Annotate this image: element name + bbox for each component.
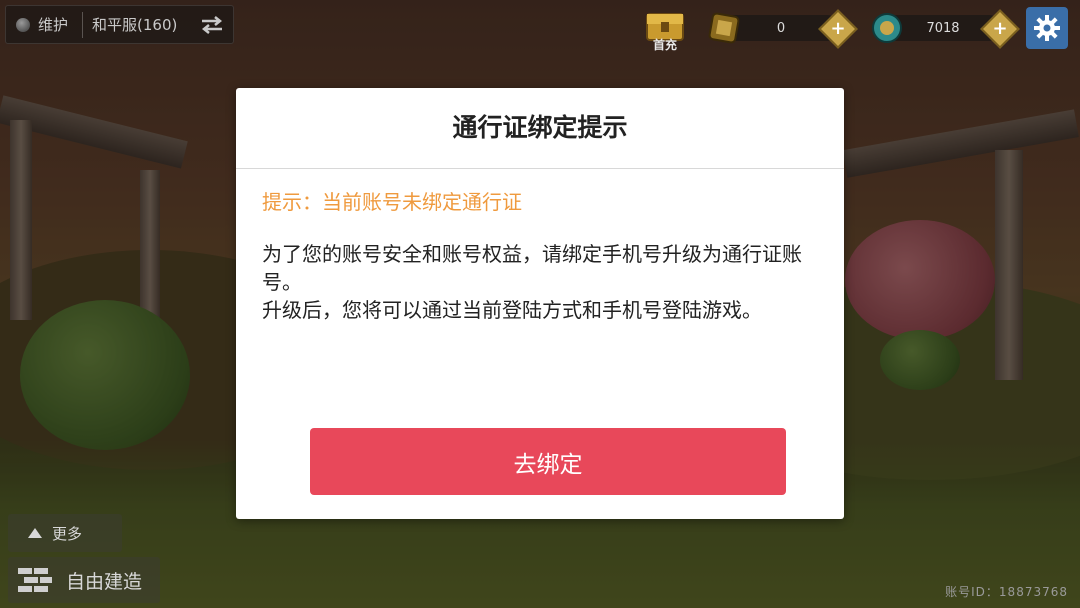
settings-button[interactable] (1026, 7, 1068, 49)
server-bar[interactable]: 维护 和平服(160) (5, 5, 234, 44)
triangle-up-icon (28, 528, 42, 538)
coin-amount: 7018 (926, 20, 960, 36)
dialog-title: 通行证绑定提示 (452, 113, 628, 142)
more-label: 更多 (52, 524, 83, 543)
plus-icon: + (830, 18, 846, 39)
coin-icon (872, 13, 902, 43)
body-paragraph: 为了您的账号安全和账号权益，请绑定手机号升级为通行证账号。 (262, 242, 802, 294)
body-paragraph: 升级后，您将可以通过当前登陆方式和手机号登陆游戏。 (262, 298, 762, 322)
server-status: 维护 (38, 16, 69, 34)
bricks-icon (18, 568, 52, 592)
dialog-hint: 提示：当前账号未绑定通行证 (262, 190, 522, 214)
free-build-label: 自由建造 (66, 570, 143, 593)
first-charge-label[interactable]: 首充 (641, 36, 689, 53)
divider (236, 168, 844, 169)
bind-pass-dialog: 通行证绑定提示 提示：当前账号未绑定通行证 为了您的账号安全和账号权益，请绑定手… (236, 88, 844, 519)
free-build-button[interactable]: 自由建造 (8, 557, 160, 603)
divider (82, 11, 84, 38)
dialog-body: 为了您的账号安全和账号权益，请绑定手机号升级为通行证账号。 升级后，您将可以通过… (262, 240, 818, 324)
gold-icon (708, 12, 740, 44)
plus-icon: + (992, 18, 1008, 39)
account-id: 账号ID：18873768 (945, 585, 1068, 599)
go-bind-button[interactable]: 去绑定 (310, 428, 786, 495)
gear-icon (1034, 15, 1060, 41)
swap-icon[interactable] (199, 14, 225, 36)
server-name: 和平服(160) (92, 16, 178, 34)
more-button[interactable]: 更多 (8, 514, 122, 552)
gold-amount: 0 (776, 20, 786, 36)
status-dot-icon (16, 17, 30, 32)
